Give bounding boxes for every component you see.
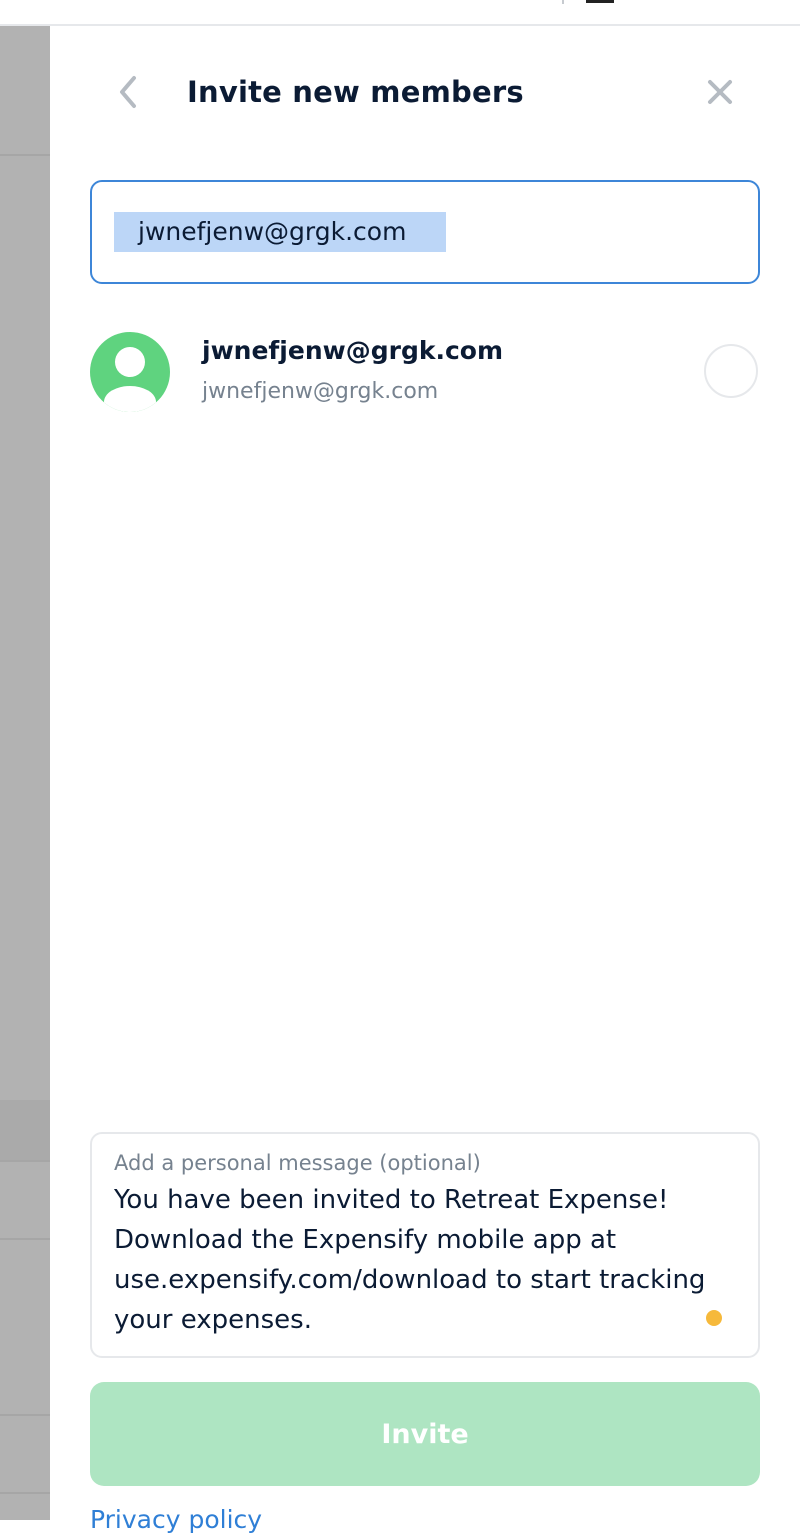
personal-message-text: You have been invited to Retreat Expense… (114, 1185, 706, 1335)
privacy-policy-link[interactable]: Privacy policy (90, 1504, 262, 1536)
search-input-value: jwnefjenw@grgk.com (138, 217, 407, 246)
backdrop-divider (0, 1492, 50, 1494)
modal-backdrop[interactable] (0, 26, 50, 1520)
backdrop-divider (0, 154, 50, 156)
underlying-page-topbar (0, 0, 800, 26)
list-item[interactable]: jwnefjenw@grgk.com jwnefjenw@grgk.com (90, 326, 760, 418)
backdrop-band (0, 1100, 50, 1160)
backdrop-divider (0, 1238, 50, 1240)
member-name: jwnefjenw@grgk.com (202, 336, 504, 365)
status-indicator-dot (706, 1310, 722, 1326)
topbar-divider (562, 0, 564, 4)
chevron-left-icon (120, 76, 136, 108)
close-button[interactable] (700, 72, 740, 112)
personal-message-field[interactable]: Add a personal message (optional) You ha… (90, 1132, 760, 1358)
close-icon (708, 80, 732, 104)
invite-button[interactable]: Invite (90, 1382, 760, 1486)
member-email: jwnefjenw@grgk.com (202, 379, 439, 404)
page-title: Invite new members (187, 75, 524, 109)
topbar-icon-fragment (586, 0, 614, 3)
personal-message-label: Add a personal message (optional) (114, 1151, 481, 1175)
backdrop-divider (0, 1160, 50, 1162)
invite-members-panel: Invite new members jwnefjenw@grgk.com jw… (50, 26, 800, 1534)
default-avatar-icon (90, 332, 170, 412)
member-select-checkbox[interactable] (704, 344, 758, 398)
search-input[interactable]: jwnefjenw@grgk.com (90, 180, 760, 284)
back-button[interactable] (108, 72, 148, 112)
backdrop-divider (0, 1414, 50, 1416)
